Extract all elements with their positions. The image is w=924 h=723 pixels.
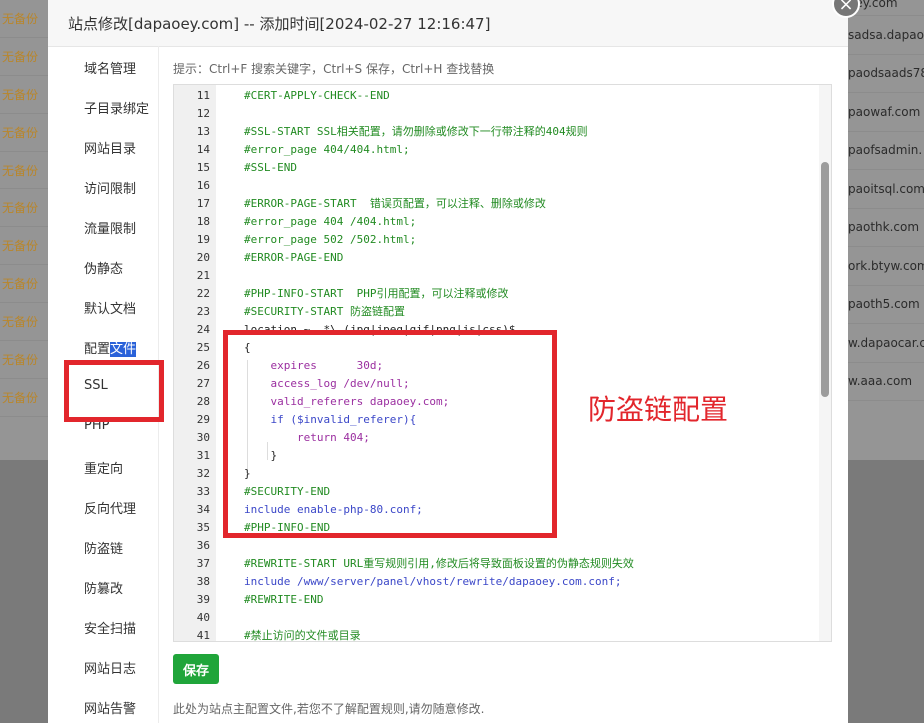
- code-line: #禁止访问的文件或目录: [244, 629, 361, 642]
- scrollbar-thumb[interactable]: [821, 162, 829, 397]
- backup-status: 无备份: [0, 303, 48, 342]
- config-file-panel: 提示：Ctrl+F 搜索关键字，Ctrl+S 保存，Ctrl+H 查找替换 11…: [173, 46, 848, 723]
- site-domain: paothk.com: [848, 209, 924, 247]
- selected-text: 文件: [110, 342, 137, 357]
- code-line: #error_page 404/404.html;: [244, 143, 410, 156]
- line-number: 38: [196, 575, 210, 588]
- line-number: 12: [196, 107, 210, 120]
- line-number: 24: [196, 323, 210, 336]
- line-number: 29: [196, 413, 210, 426]
- highlight-box-hotlink-config: [223, 330, 557, 538]
- editor-scrollbar[interactable]: [819, 85, 831, 641]
- line-number: 15: [196, 161, 210, 174]
- site-domain: w.aaa.com: [848, 363, 924, 401]
- sidebar-item-access-limit[interactable]: 访问限制: [84, 178, 136, 197]
- code-line: #ERROR-PAGE-START 错误页配置，可以注释、删除或修改: [244, 197, 546, 210]
- sidebar-item-label: 配置: [84, 342, 111, 357]
- sidebar-item-site-directory[interactable]: 网站目录: [84, 138, 136, 157]
- line-number: 33: [196, 485, 210, 498]
- code-line: #SSL-START SSL相关配置，请勿删除或修改下一行带注释的404规则: [244, 125, 588, 138]
- line-number: 35: [196, 521, 210, 534]
- backup-status: 无备份: [0, 265, 48, 304]
- code-line: #PHP-INFO-START PHP引用配置，可以注释或修改: [244, 287, 509, 300]
- site-domain: w.dapaocar.c: [848, 324, 924, 363]
- line-number: 16: [196, 179, 210, 192]
- backup-status: 无备份: [0, 379, 48, 417]
- save-button[interactable]: 保存: [173, 654, 219, 684]
- site-domain: paowaf.com: [848, 93, 924, 132]
- code-line: #REWRITE-END: [244, 593, 324, 606]
- line-number: 37: [196, 557, 210, 570]
- line-number: 18: [196, 215, 210, 228]
- annotation-label: 防盗链配置: [588, 393, 729, 426]
- code-line: #SSL-END: [244, 161, 297, 174]
- backup-status: 无备份: [0, 152, 48, 190]
- settings-sidebar: 域名管理 子目录绑定 网站目录 访问限制 流量限制 伪静态 默认文档 配置文件 …: [48, 46, 164, 723]
- line-number: 25: [196, 341, 210, 354]
- site-edit-dialog: 站点修改[dapaoey.com] -- 添加时间[2024-02-27 12:…: [48, 0, 848, 723]
- code-line: include /www/server/panel/vhost/rewrite/…: [244, 575, 622, 588]
- backup-status: 无备份: [0, 341, 48, 379]
- code-line: #ERROR-PAGE-END: [244, 251, 344, 264]
- site-domain: paoth5.com: [848, 286, 924, 324]
- line-number: 34: [196, 503, 210, 516]
- backup-status: 无备份: [0, 189, 48, 228]
- line-number: 27: [196, 377, 210, 390]
- code-line: #CERT-APPLY-CHECK--END: [244, 89, 390, 102]
- line-number: 30: [196, 431, 210, 444]
- sidebar-item-default-doc[interactable]: 默认文档: [84, 298, 136, 317]
- code-line: #error_page 502 /502.html;: [244, 233, 417, 246]
- site-domain: sadsa.dapao.: [848, 16, 924, 55]
- site-domain: ork.btyw.com: [848, 247, 924, 286]
- line-number: 22: [196, 287, 210, 300]
- line-number: 11: [196, 89, 210, 102]
- background-backup-column: 无备份 无备份 无备份 无备份 无备份 无备份 无备份 无备份 无备份 无备份 …: [0, 0, 48, 460]
- site-domain: paoitsql.com: [848, 170, 924, 209]
- background-domain-column: oey.com sadsa.dapao. paodsaads78 paowaf.…: [848, 0, 924, 460]
- line-number: 28: [196, 395, 210, 408]
- line-number: 13: [196, 125, 210, 138]
- config-warning-note: 此处为站点主配置文件,若您不了解配置规则,请勿随意修改.: [173, 702, 485, 716]
- code-line: #REWRITE-START URL重写规则引用,修改后将导致面板设置的伪静态规…: [244, 557, 634, 570]
- line-number: 21: [196, 269, 210, 282]
- sidebar-item-reverse-proxy[interactable]: 反向代理: [84, 498, 136, 517]
- sidebar-item-domain[interactable]: 域名管理: [84, 58, 136, 77]
- sidebar-item-site-alert[interactable]: 网站告警: [84, 698, 136, 717]
- editor-shortcut-tip: 提示：Ctrl+F 搜索关键字，Ctrl+S 保存，Ctrl+H 查找替换: [173, 62, 495, 76]
- line-number: 31: [196, 449, 210, 462]
- backup-status: 无备份: [0, 114, 48, 152]
- backup-status: 无备份: [0, 38, 48, 76]
- line-number: 19: [196, 233, 210, 246]
- sidebar-item-security-scan[interactable]: 安全扫描: [84, 618, 136, 637]
- sidebar-item-traffic-limit[interactable]: 流量限制: [84, 218, 136, 237]
- highlight-box-config-file: [64, 360, 164, 422]
- line-number: 39: [196, 593, 210, 606]
- code-line: #error_page 404 /404.html;: [244, 215, 417, 228]
- line-number: 36: [196, 539, 210, 552]
- code-line: #SECURITY-START 防盗链配置: [244, 305, 405, 318]
- sidebar-item-site-log[interactable]: 网站日志: [84, 658, 136, 677]
- site-domain: paofsadmin.: [848, 132, 924, 170]
- backup-status: 无备份: [0, 76, 48, 114]
- sidebar-item-tamper-proof[interactable]: 防篡改: [84, 578, 123, 597]
- sidebar-item-hotlink-protection[interactable]: 防盗链: [84, 538, 123, 557]
- line-number: 20: [196, 251, 210, 264]
- sidebar-item-redirect[interactable]: 重定向: [84, 458, 123, 477]
- sidebar-item-subdirectory[interactable]: 子目录绑定: [84, 98, 149, 117]
- line-number: 40: [196, 611, 210, 624]
- sidebar-item-rewrite[interactable]: 伪静态: [84, 258, 123, 277]
- line-number: 26: [196, 359, 210, 372]
- line-number: 23: [196, 305, 210, 318]
- backup-status: 无备份: [0, 227, 48, 266]
- backup-status: 无备份: [0, 0, 48, 38]
- sidebar-item-config-file[interactable]: 配置文件: [84, 338, 137, 357]
- line-number: 14: [196, 143, 210, 156]
- site-domain: paodsaads78: [848, 55, 924, 93]
- line-number: 41: [196, 629, 210, 642]
- line-number: 17: [196, 197, 210, 210]
- line-number: 32: [196, 467, 210, 480]
- dialog-title: 站点修改[dapaoey.com] -- 添加时间[2024-02-27 12:…: [48, 0, 848, 47]
